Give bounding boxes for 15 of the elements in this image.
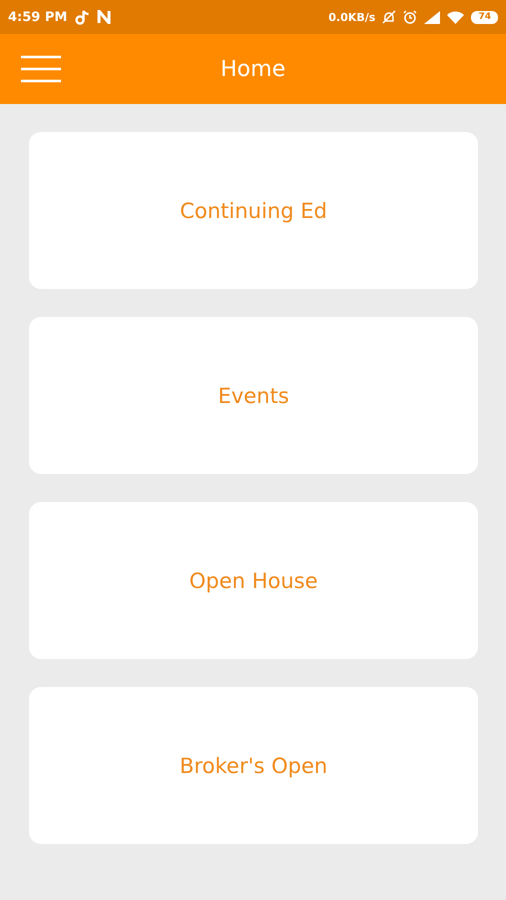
signal-icon bbox=[424, 10, 440, 24]
network-speed: 0.0KB/s bbox=[328, 10, 376, 24]
menu-button[interactable] bbox=[21, 55, 61, 83]
battery-icon: 74 bbox=[471, 10, 498, 24]
menu-card[interactable]: Events bbox=[29, 317, 478, 474]
menu-icon bbox=[21, 55, 61, 83]
bell-muted-icon bbox=[382, 10, 396, 24]
n-logo-icon bbox=[97, 10, 112, 24]
alarm-icon bbox=[403, 10, 418, 24]
status-time: 4:59 PM bbox=[8, 10, 68, 24]
menu-card[interactable]: Broker's Open bbox=[29, 687, 478, 844]
app-bar-title: Home bbox=[220, 56, 286, 82]
menu-card[interactable]: Continuing Ed bbox=[29, 132, 478, 289]
music-note-icon bbox=[74, 9, 90, 25]
menu-card[interactable]: Open House bbox=[29, 502, 478, 659]
